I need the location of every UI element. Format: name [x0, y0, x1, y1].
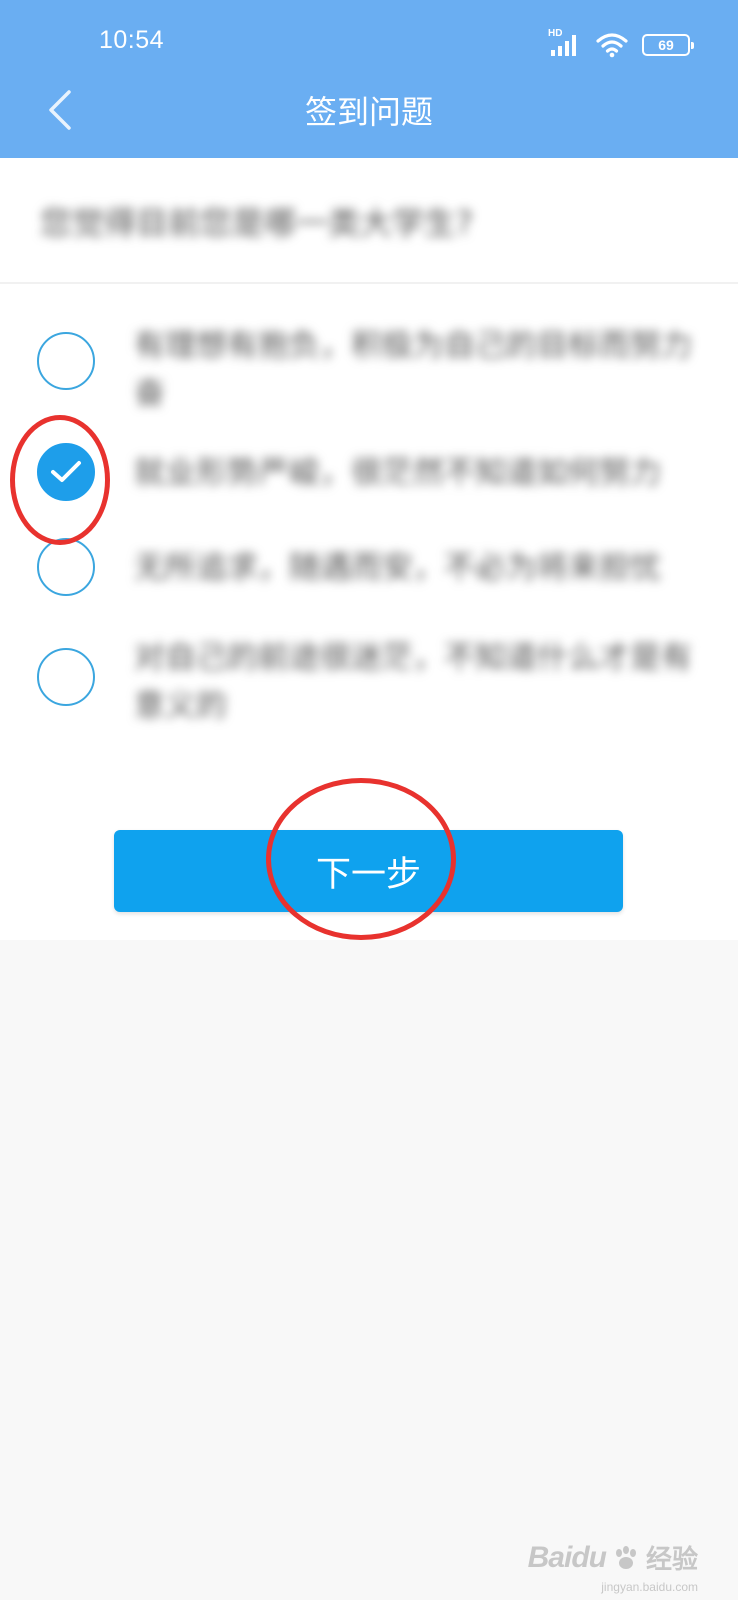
option-label: 对自己的前途很迷茫，不知道什么才是有意义的 [134, 640, 692, 724]
battery-icon: 69 [642, 34, 694, 56]
page-title: 签到问题 [304, 93, 433, 131]
watermark-cn-text: 经验 [645, 1544, 698, 1574]
signal-icon: HD [548, 28, 582, 58]
radio-unchecked-icon[interactable] [37, 648, 95, 706]
option-label: 有理想有抱负，积极为自己的目标而努力奋 [134, 328, 692, 412]
paw-icon [612, 1544, 640, 1572]
question-text: 您觉得目前您是哪一类大学生? [40, 204, 473, 242]
baidu-watermark: Baidu 经验 [528, 1539, 698, 1576]
status-time: 10:54 [99, 26, 165, 54]
annotation-circle-button [266, 778, 456, 940]
annotation-circle-option [10, 415, 110, 545]
app-header: 10:54 HD 69 签到问题 [0, 0, 738, 158]
option-label: 无所追求，随遇而安，不必为将来担忧 [134, 550, 661, 586]
radio-unchecked-icon[interactable] [37, 538, 95, 596]
option-label: 就业形势严峻，很茫然不知道如何努力 [134, 455, 661, 491]
watermark-logo-text: Baidu [527, 1540, 607, 1574]
watermark-url: jingyan.baidu.com [601, 1580, 698, 1594]
radio-unchecked-icon[interactable] [37, 332, 95, 390]
wifi-icon [596, 32, 628, 58]
divider [0, 282, 738, 284]
status-icons: HD 69 [548, 28, 694, 60]
